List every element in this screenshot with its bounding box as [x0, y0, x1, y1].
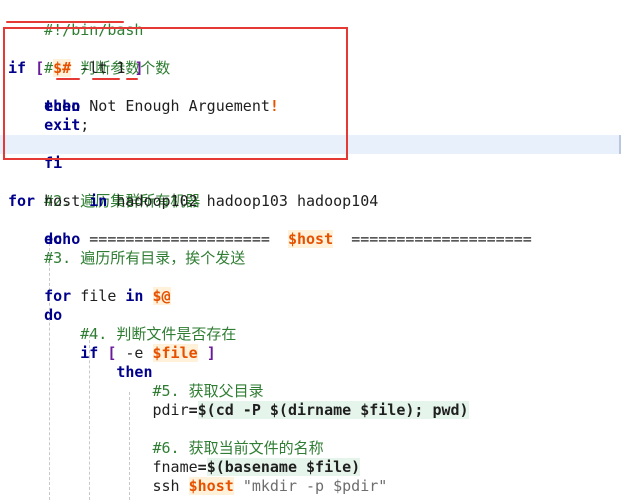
code-line-for-file: for file in $@	[0, 287, 621, 306]
code-line-echo-host: echo ==================== $host ========…	[0, 230, 621, 249]
code-line-for-host: for host in hadoop102 hadoop103 hadoop10…	[0, 192, 621, 211]
code-line-comment-2: #2. 遍历集群所有机器	[0, 173, 621, 210]
semicolon: ;	[80, 116, 90, 134]
operator-lt: -lt	[80, 59, 108, 77]
code-line-then-2: then	[0, 363, 621, 382]
variable-arg-count: $#	[53, 59, 72, 77]
bracket-close: ]	[134, 59, 144, 77]
annotation-underline-shebang	[6, 21, 124, 23]
assign-equals: =	[188, 401, 198, 419]
variable-all-args: $@	[152, 287, 171, 305]
code-line-comment-5: #5. 获取父目录	[0, 382, 621, 401]
separator-right: ====================	[351, 230, 532, 248]
code-line-do-2: do	[0, 306, 621, 325]
loop-var-host: host	[44, 192, 81, 210]
separator-left: ====================	[89, 230, 270, 248]
shebang: #!/bin/bash	[44, 21, 144, 39]
keyword-echo: echo	[44, 97, 81, 115]
annotation-underline-arg-count	[56, 78, 80, 80]
assign-equals: =	[197, 458, 207, 476]
keyword-in: in	[89, 192, 108, 210]
code-line-echo: echo Not Enough Arguement!	[0, 97, 621, 116]
number-one: 1	[116, 59, 126, 77]
code-line-ssh: ssh $host "mkdir -p $pdir"	[0, 477, 621, 496]
comment-loop-dirs: #3. 遍历所有目录，挨个发送	[44, 249, 246, 267]
keyword-then: then	[116, 363, 153, 381]
code-line-if-exists: if [ -e $file ]	[0, 344, 621, 363]
code-line-comment-6: #6. 获取当前文件的名称	[0, 439, 621, 458]
code-line-then: then	[0, 78, 621, 115]
comment-file-exists: #4. 判断文件是否存在	[80, 325, 237, 343]
code-line-do: do	[0, 211, 621, 248]
keyword-fi: fi	[44, 154, 63, 172]
keyword-if: if	[80, 344, 99, 362]
code-line-exit: exit;	[0, 116, 621, 135]
echo-message: Not Enough Arguement	[89, 97, 270, 115]
variable-file: $file	[152, 344, 198, 362]
keyword-for: for	[44, 287, 72, 305]
host-list: hadoop102 hadoop103 hadoop104	[116, 192, 379, 210]
keyword-exit: exit	[44, 116, 81, 134]
code-line-fi: fi	[0, 135, 621, 172]
annotation-underline-one	[126, 78, 138, 80]
ssh-command: ssh	[152, 477, 180, 495]
mkdir-string: "mkdir -p $pdir"	[242, 477, 388, 495]
code-line-fname: fname=$(basename $file)	[0, 458, 621, 477]
assign-name-fname: fname	[152, 458, 198, 476]
command-substitution-fname: $(basename $file)	[206, 458, 361, 476]
keyword-if: if	[8, 59, 27, 77]
code-line-if: if [ $# -lt 1 ]	[0, 59, 621, 78]
exclamation-mark: !	[269, 97, 279, 115]
code-line-comment-4: #4. 判断文件是否存在	[0, 325, 621, 344]
comment-file-name: #6. 获取当前文件的名称	[152, 439, 324, 457]
bracket-open: [	[35, 59, 45, 77]
code-line-pdir: pdir=$(cd -P $(dirname $file); pwd)	[0, 401, 621, 420]
keyword-do: do	[44, 306, 63, 324]
code-editor[interactable]: #!/bin/bash #1. 判断参数个数 if [ $# -lt 1 ] t…	[0, 0, 621, 500]
assign-name-pdir: pdir	[152, 401, 189, 419]
variable-host: $host	[287, 230, 334, 248]
annotation-underline-lt	[92, 78, 120, 80]
code-line-shebang: #!/bin/bash	[0, 2, 621, 39]
variable-host: $host	[188, 477, 234, 495]
command-substitution-pdir: $(cd -P $(dirname $file); pwd)	[197, 401, 469, 419]
operator-exists: -e	[125, 344, 144, 362]
code-line-comment-1: #1. 判断参数个数	[0, 40, 621, 77]
bracket-open: [	[107, 344, 117, 362]
comment-parent-dir: #5. 获取父目录	[152, 382, 264, 400]
keyword-for: for	[8, 192, 36, 210]
keyword-echo: echo	[44, 230, 81, 248]
loop-var-file: file	[80, 287, 117, 305]
code-line-comment-3: #3. 遍历所有目录，挨个发送	[0, 249, 621, 268]
keyword-in: in	[125, 287, 144, 305]
bracket-close: ]	[206, 344, 216, 362]
